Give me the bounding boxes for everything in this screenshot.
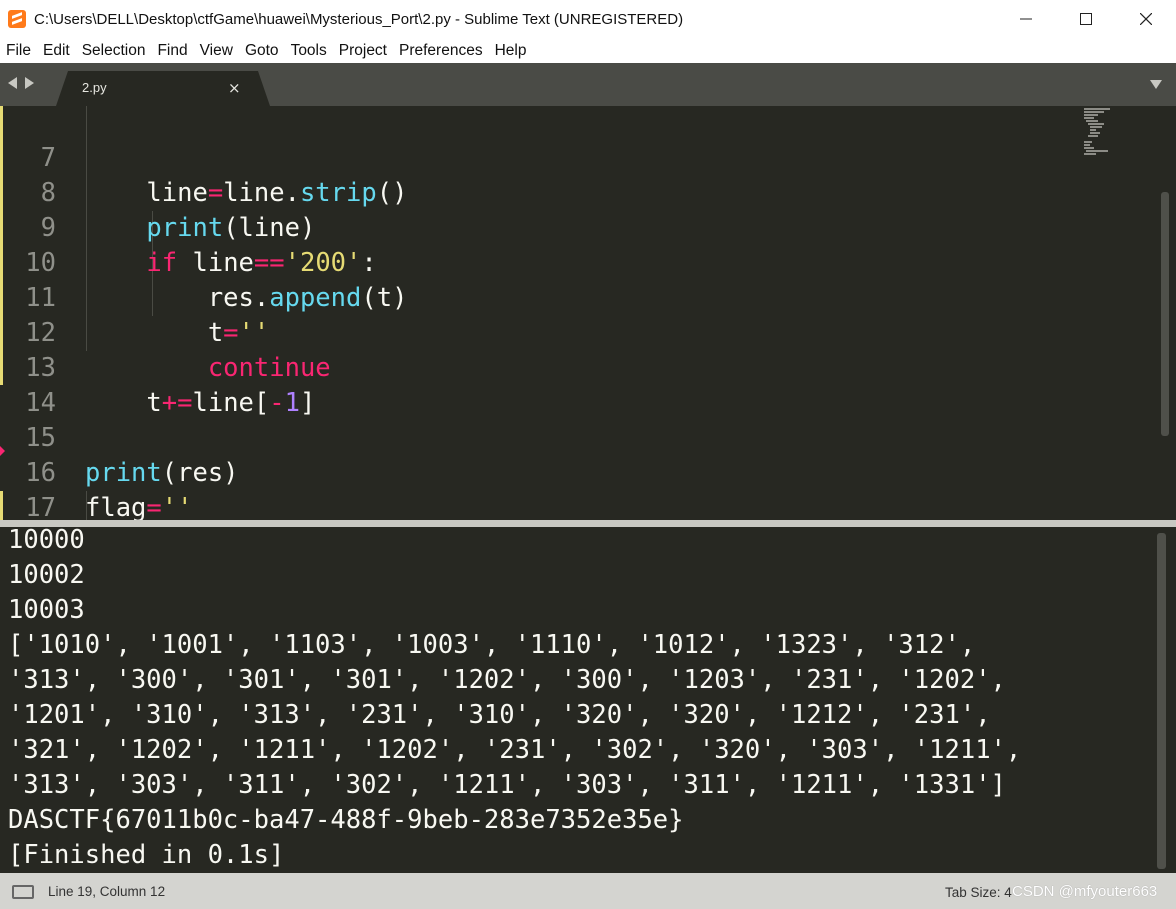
code-editor[interactable]: 7 line=line.strip() 8 print(line) 9 if l… — [0, 106, 1176, 520]
menu-edit[interactable]: Edit — [37, 42, 76, 60]
window-controls — [996, 0, 1176, 38]
tab-next-icon[interactable] — [25, 77, 34, 89]
code-line: 12 continue — [0, 281, 1080, 383]
editor-scrollbar[interactable] — [1161, 192, 1169, 436]
output-line: '321', '1202', '1211', '1202', '231', '3… — [8, 735, 1022, 765]
cursor-position: Line 19, Column 12 — [48, 884, 166, 899]
output-scrollbar[interactable] — [1157, 533, 1166, 869]
code-line: 9 if line=='200': — [0, 176, 1080, 278]
tab-close-icon[interactable]: × — [228, 79, 241, 97]
menu-preferences[interactable]: Preferences — [393, 42, 489, 60]
close-button[interactable] — [1116, 0, 1176, 38]
menu-project[interactable]: Project — [333, 42, 393, 60]
code-line: 17 for i in res: — [0, 456, 1080, 520]
code-line: 13 t+=line[-1] — [0, 316, 1080, 418]
status-bar: Line 19, Column 12 Tab Size: 4 CSDN @mfy… — [0, 873, 1176, 909]
code-line: 10 res.append(t) — [0, 211, 1080, 313]
window-title: C:\Users\DELL\Desktop\ctfGame\huawei\Mys… — [34, 10, 684, 28]
watermark: CSDN @mfyouter663 — [1012, 883, 1158, 900]
maximize-button[interactable] — [1056, 0, 1116, 38]
sublime-app-icon — [8, 10, 26, 28]
output-line: 10000 — [8, 527, 85, 555]
output-line: DASCTF{67011b0c-ba47-488f-9beb-283e7352e… — [8, 805, 684, 835]
tab-bar: 2.py × — [0, 63, 1176, 106]
tab-navigation — [8, 77, 34, 89]
maximize-icon — [1080, 13, 1092, 25]
code-line: 8 print(line) — [0, 141, 1080, 243]
tab-label: 2.py — [82, 80, 107, 95]
output-line: 10002 — [8, 560, 85, 590]
menu-help[interactable]: Help — [489, 42, 533, 60]
output-line: ['1010', '1001', '1103', '1003', '1110',… — [8, 630, 976, 660]
title-bar: C:\Users\DELL\Desktop\ctfGame\huawei\Mys… — [0, 0, 1176, 38]
code-line: 14 — [0, 351, 1080, 418]
output-line: [Finished in 0.1s] — [8, 840, 285, 870]
menu-find[interactable]: Find — [151, 42, 193, 60]
code-line: 15 print(res) — [0, 386, 1080, 488]
minimap[interactable] — [1082, 106, 1122, 166]
panel-toggle-icon[interactable] — [12, 885, 34, 899]
tab-prev-icon[interactable] — [8, 77, 17, 89]
panel-divider[interactable] — [0, 520, 1176, 527]
menu-goto[interactable]: Goto — [239, 42, 285, 60]
menu-selection[interactable]: Selection — [76, 42, 152, 60]
close-icon — [1140, 13, 1152, 25]
code-line: 18 flag+=chr(int(i,4)) — [0, 491, 1080, 520]
code-line: 11 t='' — [0, 246, 1080, 348]
output-line: '313', '300', '301', '301', '1202', '300… — [8, 665, 1006, 695]
menu-file[interactable]: File — [0, 42, 37, 60]
minimize-icon — [1020, 18, 1032, 20]
menu-bar: File Edit Selection Find View Goto Tools… — [0, 38, 1176, 63]
menu-view[interactable]: View — [194, 42, 239, 60]
code-line: 7 line=line.strip() — [0, 106, 1080, 208]
output-line: 10003 — [8, 595, 85, 625]
tab-2py[interactable]: 2.py × — [56, 71, 270, 106]
minimize-button[interactable] — [996, 0, 1056, 38]
output-line: '313', '303', '311', '302', '1211', '303… — [8, 770, 1006, 800]
code-line: 16 flag='' — [0, 421, 1080, 520]
build-output-panel[interactable]: 10000 10002 10003 ['1010', '1001', '1103… — [0, 527, 1176, 873]
tab-size[interactable]: Tab Size: 4 — [945, 885, 1012, 900]
tab-dropdown-icon[interactable] — [1150, 80, 1162, 89]
output-line: '1201', '310', '313', '231', '310', '320… — [8, 700, 991, 730]
menu-tools[interactable]: Tools — [285, 42, 333, 60]
